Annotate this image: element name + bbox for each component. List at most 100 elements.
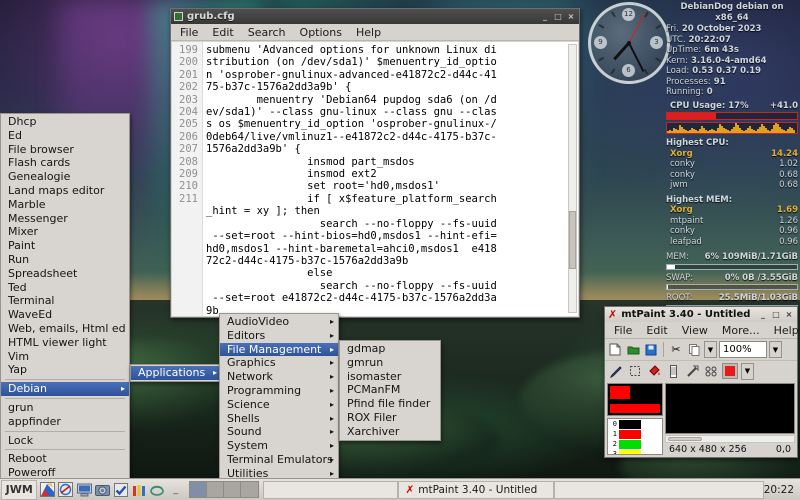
palette-swatch[interactable] [619, 439, 641, 449]
fill-bucket-icon[interactable] [646, 363, 662, 379]
menu-item-debian[interactable]: Debian ▸ [1, 382, 129, 396]
menu-file[interactable]: File [173, 25, 205, 40]
mtpaint-titlebar[interactable]: ✗ mtPaint 3.40 - Untitled _ □ × [605, 307, 797, 322]
minimize-button[interactable]: _ [540, 12, 550, 21]
save-disk-icon[interactable] [643, 342, 659, 358]
paint-brush-icon[interactable] [608, 363, 624, 379]
editor-titlebar[interactable]: grub.cfg _ □ × [171, 9, 579, 24]
image-canvas[interactable] [665, 383, 795, 434]
menu-search[interactable]: Search [241, 25, 293, 40]
jwm-root-menu[interactable]: Dhcp Ed File browser Flash cards Genealogie L… [0, 113, 130, 500]
menu-item-system[interactable]: System ▸ [220, 439, 338, 453]
menu-item-applications[interactable]: Applications ▸ [131, 366, 221, 380]
menu-item-waveed[interactable]: WaveEd [1, 308, 129, 322]
pattern-icon[interactable] [703, 363, 719, 379]
file-management-submenu[interactable]: gdmap gmrun isomaster PCManFM Pfind file fin… [339, 340, 441, 441]
workspace-3[interactable] [223, 482, 241, 497]
pencils-icon[interactable] [131, 481, 147, 499]
mtpaint-toolbar[interactable]: ✂ ▼ 100% ▼ [605, 339, 797, 361]
gradient-icon[interactable] [665, 363, 681, 379]
editor-text-area[interactable]: 199 200 201 202 203 204 205 206 207 208 209 210 211 … [172, 42, 578, 316]
menu-options[interactable]: Options [293, 25, 349, 40]
menu-item-pcmanfm[interactable]: PCManFM [340, 383, 440, 397]
menu-item-yap[interactable]: Yap [1, 363, 129, 377]
menu-item-lock[interactable]: Lock [1, 434, 129, 448]
tool-dropdown-icon[interactable]: ▼ [741, 362, 754, 380]
maximize-button[interactable]: □ [553, 12, 563, 21]
menu-item-paint[interactable]: Paint [1, 239, 129, 253]
minimize-button[interactable]: _ [758, 310, 768, 319]
palette-swatch[interactable] [619, 419, 641, 429]
mtpaint-menubar[interactable]: File Edit View More... Help [605, 322, 800, 339]
menu-item-sound[interactable]: Sound ▸ [220, 425, 338, 439]
debian-submenu[interactable]: Applications ▸ [130, 364, 222, 382]
canvas-scrollbar-thumb[interactable] [668, 437, 702, 441]
menu-item-pfind-file-finder[interactable]: Pfind file finder [340, 397, 440, 411]
menu-item-ted[interactable]: Ted [1, 281, 129, 295]
checkbox-blue-icon[interactable] [113, 481, 129, 499]
menu-item-messenger[interactable]: Messenger [1, 212, 129, 226]
close-button[interactable]: × [566, 12, 576, 21]
palette-swatch[interactable] [619, 449, 641, 454]
menu-item-run[interactable]: Run [1, 253, 129, 267]
cut-scissors-icon[interactable]: ✂ [668, 342, 684, 358]
menu-edit[interactable]: Edit [639, 323, 674, 338]
menu-item-web-emails-html-ed[interactable]: Web, emails, Html ed [1, 322, 129, 336]
menu-item-land-maps-editor[interactable]: Land maps editor [1, 184, 129, 198]
menu-item-network[interactable]: Network ▸ [220, 370, 338, 384]
taskbar-task-mtpaint[interactable]: ✗ mtPaint 3.40 - Untitled [398, 480, 554, 499]
select-rectangle-icon[interactable] [627, 363, 643, 379]
zoom-level-field[interactable]: 100% [719, 341, 767, 358]
network-icon[interactable] [58, 481, 74, 499]
menu-item-file-management[interactable]: File Management ▸ [220, 342, 338, 357]
zoom-dropdown-icon[interactable]: ▼ [769, 341, 782, 358]
editor-vertical-scrollbar[interactable] [568, 44, 577, 313]
color-b-swatch[interactable] [610, 404, 660, 413]
color-ab-preview[interactable] [607, 383, 663, 416]
menu-item-spreadsheet[interactable]: Spreadsheet [1, 267, 129, 281]
maximize-button[interactable]: □ [771, 310, 781, 319]
menu-item-mixer[interactable]: Mixer [1, 225, 129, 239]
menu-item-file-browser[interactable]: File browser [1, 143, 129, 157]
menu-item-appfinder[interactable]: appfinder [1, 415, 129, 429]
menu-item-ed[interactable]: Ed [1, 129, 129, 143]
menu-item-editors[interactable]: Editors ▸ [220, 329, 338, 343]
palette-entry[interactable]: 1 [608, 429, 662, 439]
menu-item-html-viewer-light[interactable]: HTML viewer light [1, 336, 129, 350]
palette-list[interactable]: 0 1 2 3 [607, 418, 663, 455]
menu-item-reboot[interactable]: Reboot [1, 452, 129, 466]
tea-mug-icon[interactable] [149, 481, 165, 499]
menu-help[interactable]: Help [767, 323, 800, 338]
canvas-horizontal-scrollbar[interactable] [665, 435, 795, 443]
start-menu-button[interactable]: JWM [1, 479, 38, 500]
workspace-4[interactable] [240, 482, 258, 497]
menu-item-xarchiver[interactable]: Xarchiver [340, 425, 440, 439]
workspace-2[interactable] [206, 482, 224, 497]
camera-settings-icon[interactable] [94, 481, 111, 499]
colors-icon[interactable] [39, 481, 56, 499]
mtpaint-window[interactable]: ✗ mtPaint 3.40 - Untitled _ □ × File Edi… [604, 306, 800, 458]
menu-item-gdmap[interactable]: gdmap [340, 342, 440, 356]
menu-item-graphics[interactable]: Graphics ▸ [220, 356, 338, 370]
paste-dropdown-icon[interactable]: ▼ [704, 341, 717, 358]
taskbar[interactable]: JWM _ ✗ mtPaint 3.40 - Untitled 20:22 [0, 478, 800, 500]
line-icon[interactable] [684, 363, 700, 379]
menu-item-grun[interactable]: grun [1, 401, 129, 415]
menu-item-programming[interactable]: Programming ▸ [220, 384, 338, 398]
copy-icon[interactable] [686, 342, 702, 358]
taskbar-clock[interactable]: 20:22 [764, 484, 794, 496]
palette-entry[interactable]: 3 [608, 449, 662, 454]
minimize-icon[interactable]: _ [168, 481, 184, 499]
menu-view[interactable]: View [675, 323, 715, 338]
display-icon[interactable] [76, 481, 92, 499]
menu-help[interactable]: Help [349, 25, 388, 40]
close-button[interactable]: × [784, 310, 794, 319]
menu-item-gmrun[interactable]: gmrun [340, 356, 440, 370]
menu-item-vim[interactable]: Vim [1, 350, 129, 364]
editor-menubar[interactable]: File Edit Search Options Help [171, 24, 579, 41]
menu-item-terminal-emulators[interactable]: Terminal Emulators ▸ [220, 453, 338, 467]
menu-item-marble[interactable]: Marble [1, 198, 129, 212]
menu-edit[interactable]: Edit [205, 25, 240, 40]
workspace-pager[interactable] [188, 481, 259, 498]
menu-item-flash-cards[interactable]: Flash cards [1, 156, 129, 170]
